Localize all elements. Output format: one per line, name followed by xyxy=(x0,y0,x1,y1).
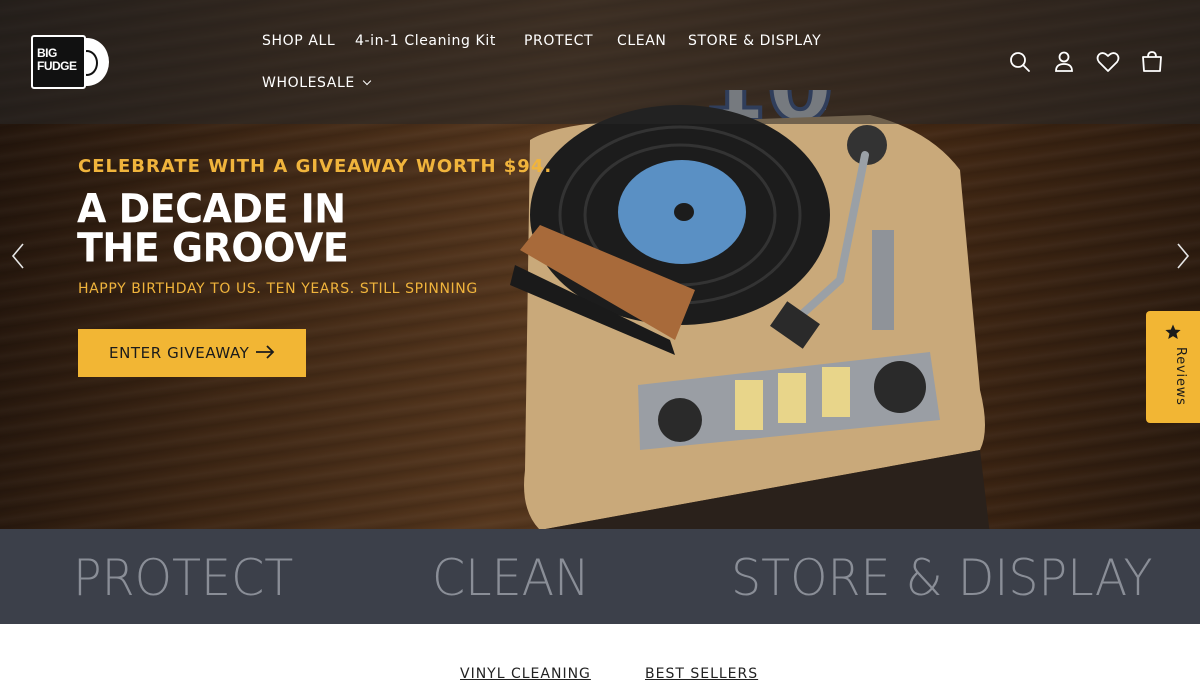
big-fudge-logo[interactable]: BIG FUDGE xyxy=(31,35,109,89)
hero-headline-line2: THE GROOVE xyxy=(77,224,349,271)
nav-item-cleaning-kit[interactable]: 4-in-1 Cleaning Kit xyxy=(355,33,496,49)
nav-item-shop-all[interactable]: SHOP ALL xyxy=(262,33,335,49)
account-icon[interactable] xyxy=(1050,48,1078,76)
hero-headline: A DECADE IN THE GROOVE xyxy=(77,189,397,271)
nav-item-protect[interactable]: PROTECT xyxy=(524,33,593,49)
hero-banner: 10 BIG FUDGE SHOP ALL 4-i xyxy=(0,0,1200,529)
logo-wordmark: BIG FUDGE xyxy=(37,46,77,73)
category-band: PROTECT CLEAN STORE & DISPLAY xyxy=(0,529,1200,624)
hero-eyebrow: CELEBRATE WITH A GIVEAWAY WORTH $94. xyxy=(78,156,553,177)
site-header: BIG FUDGE SHOP ALL 4-in-1 Cleaning Kit P… xyxy=(0,0,1200,124)
enter-giveaway-label: ENTER GIVEAWAY xyxy=(109,344,250,362)
header-icons xyxy=(1006,48,1176,76)
nav-item-store-display[interactable]: STORE & DISPLAY xyxy=(688,33,821,49)
tab-vinyl-cleaning[interactable]: VINYL CLEANING xyxy=(460,666,591,682)
turntable-cake-image: 10 xyxy=(510,90,990,529)
category-link-protect[interactable]: PROTECT xyxy=(73,549,293,607)
slider-prev-chevron-left-icon[interactable] xyxy=(9,242,29,270)
search-icon[interactable] xyxy=(1006,48,1034,76)
category-link-store-display[interactable]: STORE & DISPLAY xyxy=(731,549,1153,607)
chevron-down-icon xyxy=(362,76,372,86)
nav-item-wholesale-label: WHOLESALE xyxy=(262,75,355,91)
nav-item-clean[interactable]: CLEAN xyxy=(617,33,666,49)
star-icon xyxy=(1165,324,1181,339)
slider-next-chevron-right-icon[interactable] xyxy=(1172,242,1192,270)
hero-subhead: HAPPY BIRTHDAY TO US. TEN YEARS. STILL S… xyxy=(78,281,478,297)
tab-best-sellers[interactable]: BEST SELLERS xyxy=(645,666,758,682)
enter-giveaway-button[interactable]: ENTER GIVEAWAY xyxy=(78,329,306,377)
wishlist-heart-icon[interactable] xyxy=(1094,48,1122,76)
arrow-right-icon xyxy=(256,345,275,359)
category-link-clean[interactable]: CLEAN xyxy=(432,549,590,607)
reviews-tab-label: Reviews xyxy=(1173,347,1188,406)
nav-item-wholesale[interactable]: WHOLESALE xyxy=(262,75,372,91)
reviews-tab[interactable]: Reviews xyxy=(1146,311,1200,423)
cart-icon[interactable] xyxy=(1138,48,1166,76)
